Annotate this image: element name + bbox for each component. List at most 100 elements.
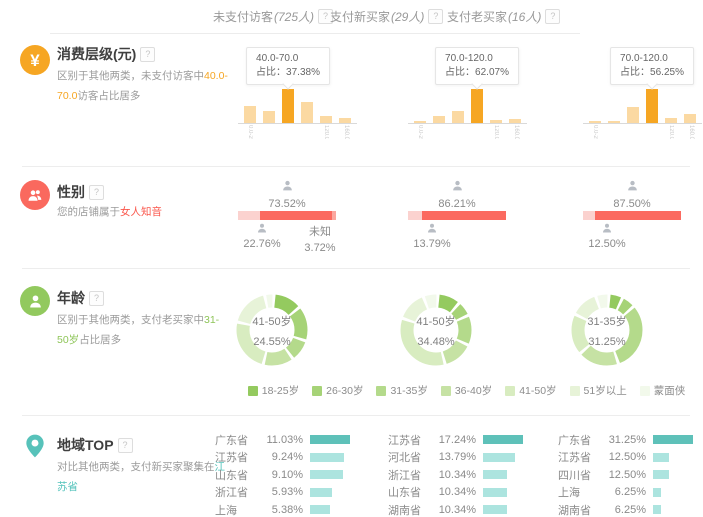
- help-icon[interactable]: ?: [89, 291, 104, 306]
- bar-slot: 160.0以上: [509, 89, 521, 123]
- female-percent: 73.52%: [238, 198, 336, 210]
- section-title: 性别: [57, 182, 85, 202]
- bar[interactable]: [282, 89, 294, 123]
- male-icon: [426, 222, 438, 234]
- column-header-label: 未支付访客: [213, 8, 273, 25]
- help-icon[interactable]: ?: [118, 438, 133, 453]
- female-icon: [451, 179, 464, 192]
- region-name: 江苏省: [215, 449, 257, 465]
- help-icon[interactable]: ?: [89, 185, 104, 200]
- region-row: 上海6.25%: [558, 484, 698, 502]
- bar[interactable]: [301, 102, 313, 123]
- axis-label: 120.0-160.0: [323, 125, 329, 139]
- region-row: 江苏省17.24%: [388, 431, 528, 449]
- bar-slot: [646, 89, 658, 123]
- legend-label: 26-30岁: [326, 383, 363, 398]
- axis-label: 0.0-20.0: [247, 125, 253, 139]
- male-group: 13.79%: [410, 222, 454, 250]
- bar[interactable]: [627, 107, 639, 123]
- legend-item[interactable]: 26-30岁: [312, 383, 363, 398]
- region-row: 山东省10.34%: [388, 484, 528, 502]
- person-icon: [27, 293, 44, 310]
- bar[interactable]: [244, 106, 256, 123]
- bar[interactable]: [509, 119, 521, 123]
- male-icon: [601, 222, 613, 234]
- tooltip-range: 40.0-70.0: [256, 52, 320, 66]
- male-group: 12.50%: [585, 222, 629, 250]
- section-title: 年龄: [57, 288, 85, 308]
- gender-chart-new-buyers: 86.21% 13.79%: [390, 166, 555, 268]
- bar[interactable]: [589, 121, 601, 123]
- bar[interactable]: [339, 118, 351, 123]
- consumption-chart-unpaid: 0.0-20.0120.0-160.0160.0以上40.0-70.0占比：37…: [230, 33, 390, 166]
- legend-swatch: [312, 386, 322, 396]
- help-icon[interactable]: ?: [428, 9, 443, 24]
- legend-item[interactable]: 36-40岁: [441, 383, 492, 398]
- bar[interactable]: [263, 111, 275, 123]
- bar[interactable]: [684, 114, 696, 123]
- legend-label: 41-50岁: [519, 383, 556, 398]
- region-percent: 6.25%: [600, 504, 646, 516]
- axis-label: 160.0以上: [512, 125, 521, 139]
- region-name: 湖南省: [388, 502, 430, 517]
- legend-swatch: [376, 386, 386, 396]
- gender-bar[interactable]: [238, 211, 336, 220]
- bar[interactable]: [490, 120, 502, 123]
- bar[interactable]: [452, 111, 464, 123]
- region-bar: [653, 453, 669, 462]
- donut-center-label: 41-50岁24.55%: [230, 288, 314, 372]
- age-legend: 18-25岁 26-30岁 31-35岁 36-40岁 41-50岁 51岁以上 蒙面侠: [230, 383, 703, 398]
- bar-slot: 160.0以上: [684, 89, 696, 123]
- unknown-label: 未知: [298, 223, 342, 239]
- bar-slot: 0.0-20.0: [589, 89, 601, 123]
- donut-center-label: 31-35岁31.25%: [565, 288, 649, 372]
- region-bar: [653, 435, 693, 444]
- female-group: 87.50%: [583, 179, 681, 210]
- bar[interactable]: [665, 118, 677, 123]
- donut-center-percent: 31.25%: [588, 336, 625, 348]
- legend-item[interactable]: 51岁以上: [570, 383, 627, 398]
- bar[interactable]: [608, 121, 620, 123]
- region-row: 广东省11.03%: [215, 431, 355, 449]
- chart-tooltip: 40.0-70.0占比：37.38%: [246, 47, 330, 85]
- legend-item[interactable]: 31-35岁: [376, 383, 427, 398]
- section-region-top: 地域TOP ? 对比其他两类，支付新买家聚集在江苏省 广东省11.03%江苏省9…: [0, 415, 703, 517]
- bar-slot: [471, 89, 483, 123]
- bar[interactable]: [320, 116, 332, 123]
- female-percent: 86.21%: [408, 198, 506, 210]
- legend-label: 36-40岁: [455, 383, 492, 398]
- region-bar: [483, 453, 515, 462]
- tooltip-range: 70.0-120.0: [620, 52, 684, 66]
- region-percent: 13.79%: [430, 451, 476, 463]
- female-group: 86.21%: [408, 179, 506, 210]
- legend-label: 蒙面侠: [654, 383, 686, 398]
- legend-item[interactable]: 41-50岁: [505, 383, 556, 398]
- bar[interactable]: [414, 121, 426, 123]
- bar[interactable]: [433, 116, 445, 123]
- bar[interactable]: [646, 89, 658, 123]
- bar-slot: [452, 89, 464, 123]
- help-icon[interactable]: ?: [140, 47, 155, 62]
- region-bar: [483, 505, 507, 514]
- help-icon[interactable]: ?: [545, 9, 560, 24]
- bar[interactable]: [471, 89, 483, 123]
- legend-item[interactable]: 蒙面侠: [640, 383, 686, 398]
- bar-slot: 0.0-20.0: [244, 89, 256, 123]
- female-segment: [422, 211, 506, 220]
- legend-swatch: [640, 386, 650, 396]
- legend-item[interactable]: 18-25岁: [248, 383, 299, 398]
- age-donut-chart: 31-35岁31.25%: [565, 288, 649, 372]
- legend-label: 18-25岁: [262, 383, 299, 398]
- donut-center-percent: 34.48%: [417, 336, 454, 348]
- axis-label: 160.0以上: [687, 125, 696, 139]
- bar-slot: [301, 89, 313, 123]
- donut-center-range: 41-50岁: [416, 313, 455, 329]
- column-header-label: 支付老买家: [447, 8, 507, 25]
- region-bar: [483, 470, 507, 479]
- unknown-segment: [332, 211, 336, 220]
- gender-bar[interactable]: [408, 211, 506, 220]
- gender-bar[interactable]: [583, 211, 681, 220]
- region-name: 河北省: [388, 449, 430, 465]
- female-icon: [281, 179, 294, 192]
- legend-label: 51岁以上: [584, 383, 627, 398]
